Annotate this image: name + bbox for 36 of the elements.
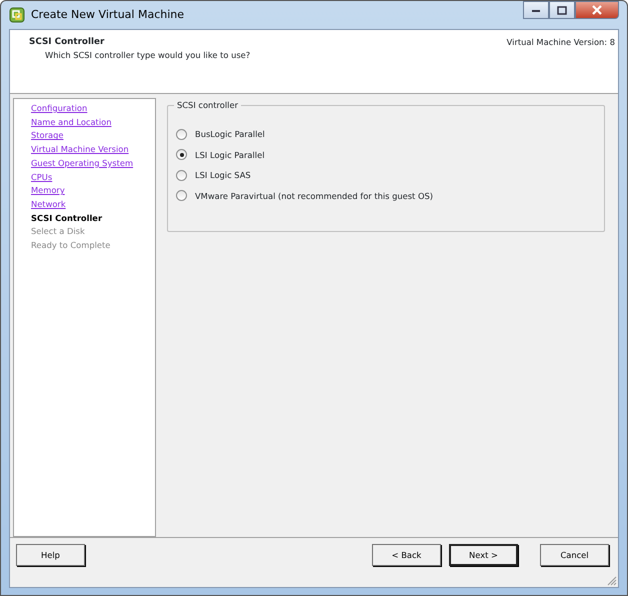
step-label: Select a Disk bbox=[31, 225, 85, 238]
group-title: SCSI controller bbox=[174, 99, 241, 112]
maximize-button[interactable] bbox=[549, 1, 575, 19]
dialog-button[interactable]: < Back bbox=[372, 544, 441, 566]
window-title: Create New Virtual Machine bbox=[31, 6, 184, 23]
radio-label[interactable]: VMware Paravirtual (not recommended for this guest OS) bbox=[195, 190, 433, 202]
step-label: Ready to Complete bbox=[31, 239, 110, 252]
step-label: SCSI Controller bbox=[31, 212, 102, 225]
radio-button[interactable] bbox=[176, 190, 187, 202]
radio-button[interactable] bbox=[176, 170, 187, 181]
step-link[interactable]: Configuration bbox=[31, 102, 88, 116]
radio-button[interactable] bbox=[176, 128, 187, 140]
page-title: SCSI Controller bbox=[29, 36, 106, 49]
radio-button[interactable] bbox=[176, 149, 187, 160]
dialog-button[interactable]: Cancel bbox=[540, 544, 609, 566]
radio-label[interactable]: BusLogic Parallel bbox=[195, 128, 265, 140]
minimize-button[interactable] bbox=[523, 1, 549, 19]
step-link[interactable]: Guest Operating System bbox=[31, 156, 134, 171]
step-link[interactable]: Name and Location bbox=[31, 116, 112, 130]
step-link[interactable]: CPUs bbox=[31, 170, 52, 184]
step-link[interactable]: Virtual Machine Version bbox=[31, 143, 129, 157]
step-link[interactable]: Memory bbox=[31, 184, 65, 198]
step-link[interactable]: Storage bbox=[31, 129, 64, 144]
dialog-button[interactable]: Help bbox=[16, 544, 85, 566]
close-button[interactable] bbox=[575, 1, 619, 19]
step-link[interactable]: Network bbox=[31, 198, 66, 212]
resize-grip-icon[interactable] bbox=[606, 575, 617, 586]
minimize-icon bbox=[531, 7, 541, 13]
app-icon bbox=[9, 7, 25, 23]
close-icon bbox=[591, 5, 603, 15]
radio-label[interactable]: LSI Logic SAS bbox=[195, 169, 251, 182]
version-label: Virtual Machine Version: 8 bbox=[506, 36, 615, 49]
maximize-icon bbox=[557, 6, 567, 14]
dialog-button[interactable]: Next > bbox=[449, 544, 518, 566]
radio-label[interactable]: LSI Logic Parallel bbox=[195, 148, 265, 161]
page-subtitle: Which SCSI controller type would you like to use? bbox=[44, 49, 250, 62]
